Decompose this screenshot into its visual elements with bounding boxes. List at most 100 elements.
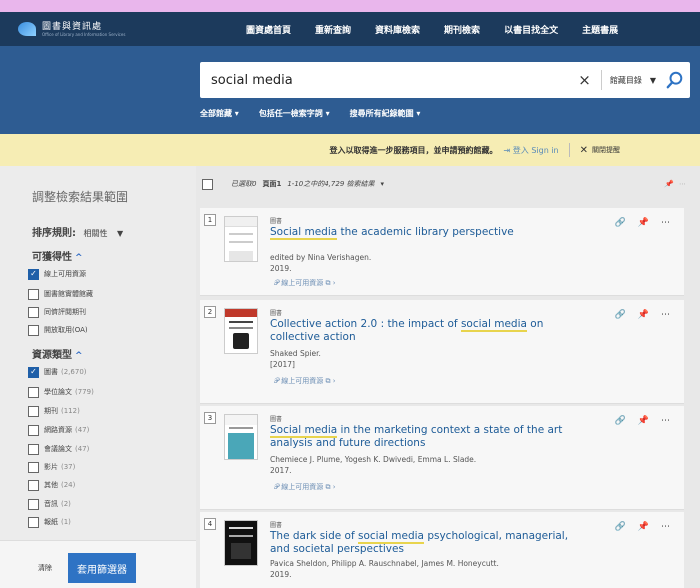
checkbox[interactable] bbox=[28, 306, 39, 318]
checkbox[interactable] bbox=[28, 288, 39, 300]
result-title[interactable]: Social media the academic library perspe… bbox=[270, 226, 590, 240]
result-title[interactable]: The dark side of social media psychologi… bbox=[270, 530, 590, 556]
title-text: the academic library perspective bbox=[337, 226, 514, 238]
checkbox[interactable] bbox=[28, 324, 39, 336]
nav-link-journals[interactable]: 期刊檢索 bbox=[444, 23, 480, 36]
facet-type-newspapers[interactable]: 報紙 (1) bbox=[28, 514, 71, 530]
nav-link-citation-linker[interactable]: 以書目找全文 bbox=[504, 23, 558, 36]
more-icon[interactable]: ⋯ bbox=[661, 218, 670, 228]
result-card[interactable]: 4 圖書 The dark side of social media psych… bbox=[200, 512, 684, 588]
match-type-dropdown[interactable]: 包括任一檢索字詞 ▾ bbox=[259, 108, 330, 119]
signin-link[interactable]: ⇥ 登入 Sign in bbox=[504, 145, 559, 156]
pin-all-icon[interactable]: 📌 bbox=[664, 180, 673, 188]
select-all-checkbox[interactable] bbox=[202, 178, 213, 190]
facet-type-dissertations[interactable]: 學位論文 (779) bbox=[28, 384, 94, 400]
resource-type-heading[interactable]: 資源類型 ^ bbox=[32, 346, 83, 361]
sort-control[interactable]: 排序規則: 相關性 ▼ bbox=[32, 224, 123, 239]
checkbox[interactable] bbox=[28, 443, 39, 455]
facet-label: 音訊 bbox=[44, 500, 58, 508]
title-text: The dark side of bbox=[270, 530, 359, 542]
collapse-icon[interactable]: ^ bbox=[75, 351, 83, 361]
logo-subtext: Office of Library and Information Servic… bbox=[42, 31, 126, 37]
result-number[interactable]: 3 bbox=[204, 412, 216, 424]
checkbox[interactable] bbox=[28, 405, 39, 417]
sidebar-footer: 清除 套用篩選器 bbox=[0, 540, 196, 588]
pin-icon[interactable]: 📌 bbox=[638, 522, 649, 532]
results-list: 1 圖書 Social media the academic library p… bbox=[196, 200, 696, 588]
result-number[interactable]: 4 bbox=[204, 518, 216, 530]
result-card[interactable]: 2 圖書 Collective action 2.0 : the impact … bbox=[200, 300, 684, 404]
facet-count: (37) bbox=[61, 463, 76, 471]
nav-link-new-search[interactable]: 重新查詢 bbox=[315, 23, 351, 36]
result-number[interactable]: 2 bbox=[204, 306, 216, 318]
checkbox-checked[interactable]: ✓ bbox=[28, 366, 39, 378]
facet-label: 線上可用資源 bbox=[44, 270, 86, 278]
nav-link-book-exhibits[interactable]: 主題書展 bbox=[582, 23, 618, 36]
apply-filters-button[interactable]: 套用篩選器 bbox=[68, 553, 136, 583]
book-cover-thumbnail[interactable] bbox=[224, 216, 258, 262]
checkbox[interactable] bbox=[28, 386, 39, 398]
facet-label: 其他 bbox=[44, 481, 58, 489]
online-availability-link[interactable]: 𝒫 線上可用資源 ⧉ › bbox=[274, 278, 336, 288]
pin-icon[interactable]: 📌 bbox=[638, 310, 649, 320]
book-cover-thumbnail[interactable] bbox=[224, 520, 258, 566]
result-title[interactable]: Collective action 2.0 : the impact of so… bbox=[270, 318, 590, 344]
more-icon[interactable]: ⋯ bbox=[661, 416, 670, 426]
facet-type-web-resources[interactable]: 網路資源 (47) bbox=[28, 422, 89, 438]
facet-type-books[interactable]: ✓ 圖書 (2,670) bbox=[28, 364, 87, 380]
sort-caret-icon[interactable]: ▼ bbox=[117, 229, 123, 238]
facet-availability-physical[interactable]: 圖書館實體館藏 bbox=[28, 286, 93, 302]
library-logo[interactable]: 圖書與資訊處 Office of Library and Information… bbox=[18, 22, 218, 37]
checkbox[interactable] bbox=[28, 479, 39, 491]
facet-count: (47) bbox=[75, 445, 90, 453]
facet-type-other[interactable]: 其他 (24) bbox=[28, 477, 75, 493]
availability-heading[interactable]: 可獲得性 ^ bbox=[32, 248, 83, 263]
online-availability-link[interactable]: 𝒫 線上可用資源 ⧉ › bbox=[274, 376, 336, 386]
nav-link-home[interactable]: 圖資處首頁 bbox=[246, 23, 291, 36]
link-icon[interactable]: 🔗 bbox=[615, 218, 626, 228]
facet-type-audio[interactable]: 音訊 (2) bbox=[28, 496, 71, 512]
collapse-icon[interactable]: ^ bbox=[75, 253, 83, 263]
facet-type-journals[interactable]: 期刊 (112) bbox=[28, 403, 80, 419]
checkbox-checked[interactable]: ✓ bbox=[28, 268, 39, 280]
facet-type-conference-papers[interactable]: 會議論文 (47) bbox=[28, 441, 89, 457]
facet-availability-online[interactable]: ✓ 線上可用資源 bbox=[28, 266, 86, 282]
more-icon[interactable]: ⋯ bbox=[661, 310, 670, 320]
scope-dropdown[interactable]: 全部館藏 ▾ bbox=[200, 108, 239, 119]
field-dropdown[interactable]: 搜尋所有紀錄範圍 ▾ bbox=[350, 108, 421, 119]
checkbox[interactable] bbox=[28, 516, 39, 528]
checkbox[interactable] bbox=[28, 498, 39, 510]
pin-icon[interactable]: 📌 bbox=[638, 218, 649, 228]
dismiss-icon[interactable]: ✕ bbox=[580, 145, 588, 156]
book-cover-thumbnail[interactable] bbox=[224, 308, 258, 354]
facet-count: (47) bbox=[75, 426, 90, 434]
clear-filters-button[interactable]: 清除 bbox=[38, 563, 52, 573]
search-icon[interactable] bbox=[666, 71, 684, 89]
link-icon[interactable]: 🔗 bbox=[615, 522, 626, 532]
link-icon[interactable]: 🔗 bbox=[615, 310, 626, 320]
facet-availability-open-access[interactable]: 開放取用(OA) bbox=[28, 322, 88, 338]
dismiss-label[interactable]: 關閉提醒 bbox=[592, 145, 620, 155]
more-icon[interactable]: ⋯ bbox=[661, 522, 670, 532]
checkbox[interactable] bbox=[28, 461, 39, 473]
pin-icon[interactable]: 📌 bbox=[638, 416, 649, 426]
results-menu-caret-icon[interactable]: ▾ bbox=[381, 180, 385, 188]
checkbox[interactable] bbox=[28, 424, 39, 436]
facet-label: 會議論文 bbox=[44, 445, 72, 453]
result-card[interactable]: 1 圖書 Social media the academic library p… bbox=[200, 208, 684, 296]
facet-type-videos[interactable]: 影片 (37) bbox=[28, 459, 75, 475]
facet-availability-peer-reviewed[interactable]: 同儕評閱期刊 bbox=[28, 304, 86, 320]
search-scope-select[interactable]: 館藏目錄 bbox=[610, 75, 642, 86]
result-title[interactable]: Social media in the marketing context a … bbox=[270, 424, 590, 450]
online-availability-link[interactable]: 𝒫 線上可用資源 ⧉ › bbox=[274, 482, 336, 492]
book-cover-thumbnail[interactable] bbox=[224, 414, 258, 460]
result-card[interactable]: 3 圖書 Social media in the marketing conte… bbox=[200, 406, 684, 510]
result-number[interactable]: 1 bbox=[204, 214, 216, 226]
clear-search-icon[interactable]: × bbox=[578, 71, 591, 89]
link-icon[interactable]: 🔗 bbox=[615, 416, 626, 426]
search-input[interactable]: social media bbox=[200, 73, 578, 88]
more-actions-icon[interactable]: ⋯ bbox=[679, 180, 686, 188]
scope-caret-icon[interactable]: ▼ bbox=[650, 76, 656, 85]
sort-value[interactable]: 相關性 bbox=[83, 229, 107, 238]
nav-link-databases[interactable]: 資料庫檢索 bbox=[375, 23, 420, 36]
